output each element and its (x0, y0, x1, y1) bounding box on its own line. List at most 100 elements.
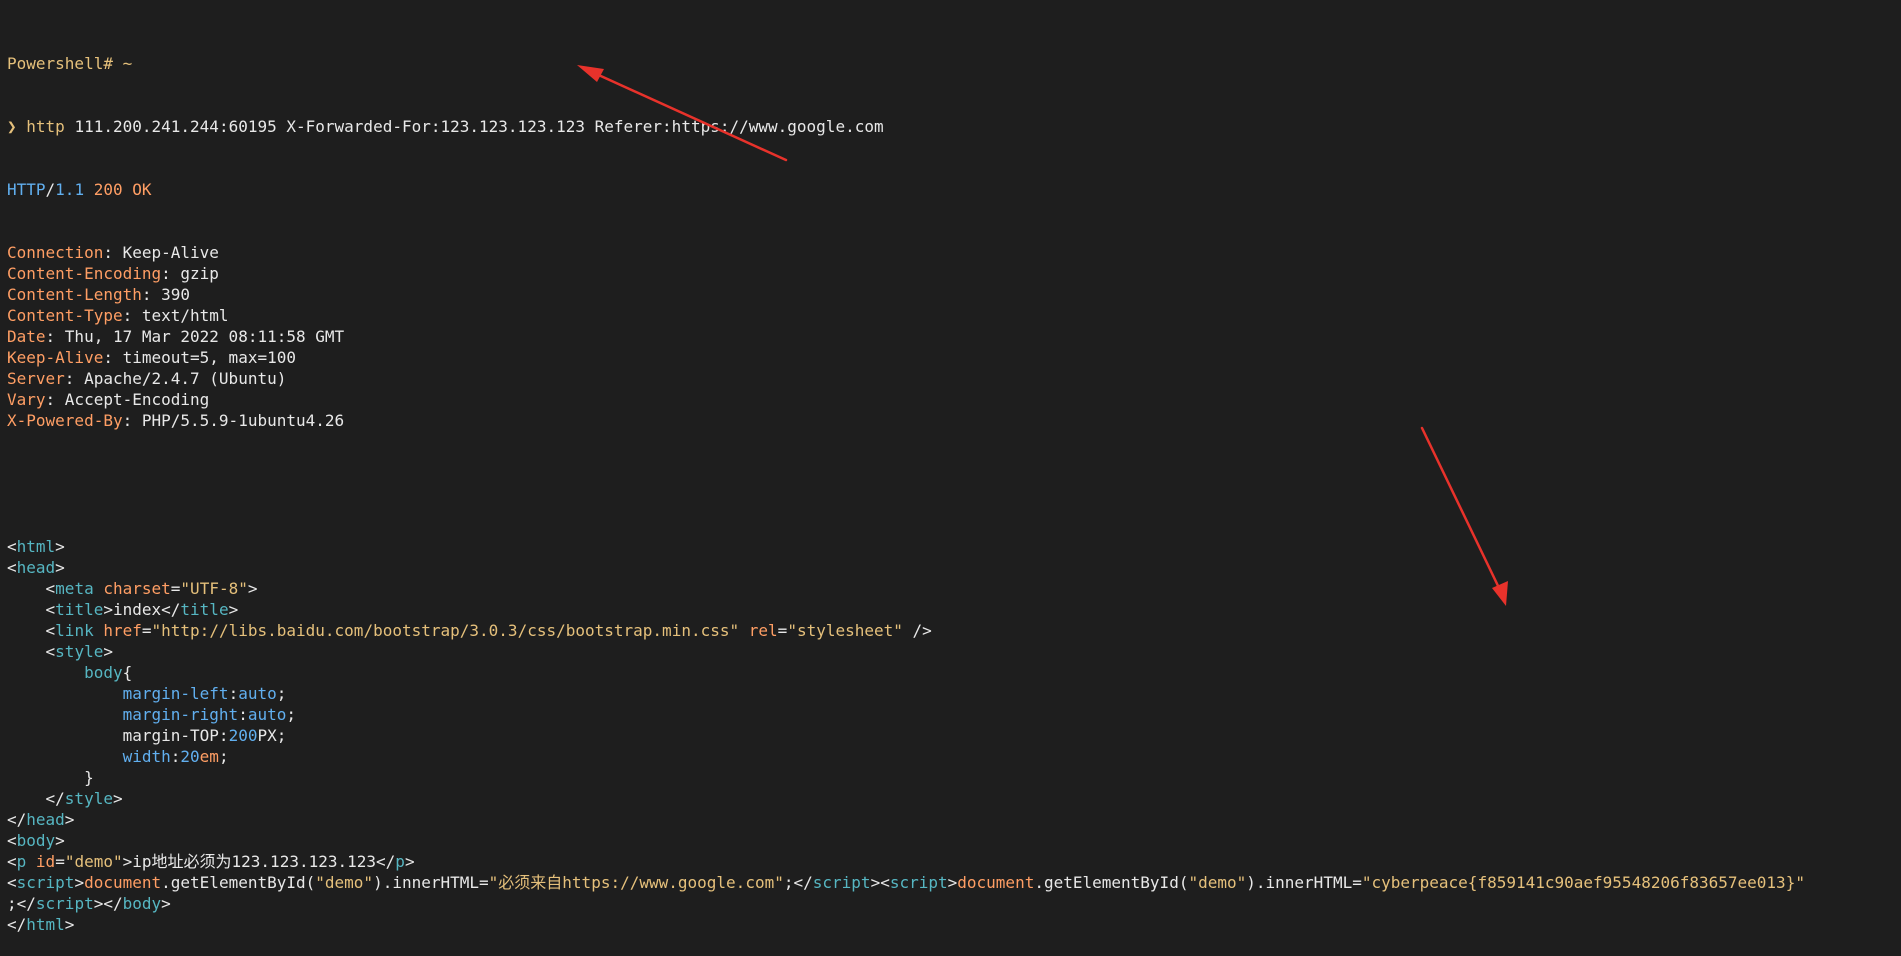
code-token-tag: script (16, 873, 75, 892)
code-token-prop: margin-left (122, 684, 229, 703)
code-token-plain: < (7, 642, 56, 661)
code-token-plain: .getElementById( (1034, 873, 1189, 892)
header-name: Connection (7, 243, 104, 262)
code-token-plain: > (55, 831, 65, 850)
header-separator: : (103, 243, 123, 262)
code-token-attr: charset (103, 579, 171, 598)
code-token-tag: title (55, 600, 104, 619)
header-line: Content-Encoding: gzip (7, 263, 1901, 284)
code-line: <body> (7, 830, 1901, 851)
code-line: } (7, 767, 1901, 788)
command-line[interactable]: ❯ http 111.200.241.244:60195 X-Forwarded… (7, 116, 1901, 137)
code-token-plain: .getElementById( (161, 873, 316, 892)
code-token-plain: < (7, 600, 56, 619)
code-line: <link href="http://libs.baidu.com/bootst… (7, 620, 1901, 641)
code-token-str: "必须来自https://www.google.com" (488, 873, 784, 892)
code-token-str: "http://libs.baidu.com/bootstrap/3.0.3/c… (151, 621, 740, 640)
status-code: 200 OK (84, 180, 152, 199)
header-value: PHP/5.5.9-1ubuntu4.26 (141, 411, 345, 430)
code-token-tag: style (55, 642, 104, 661)
code-token-prop: width (122, 747, 171, 766)
prompt-label: Powershell# ~ (7, 54, 133, 73)
code-token-tag: body (84, 663, 123, 682)
code-line: <p id="demo">ip地址必须为123.123.123.123</p> (7, 851, 1901, 872)
code-token-plain: > (112, 789, 123, 808)
code-line: margin-right:auto; (7, 704, 1901, 725)
code-token-plain: > (103, 642, 113, 661)
code-token-plain: = (55, 852, 65, 871)
header-line: Connection: Keep-Alive (7, 242, 1901, 263)
code-token-plain: > (55, 537, 65, 556)
code-token-attr: href (103, 621, 142, 640)
code-token-tag: link (55, 621, 94, 640)
code-line: body{ (7, 662, 1901, 683)
code-token-tag: title (180, 600, 229, 619)
prompt-arrow-icon: ❯ (7, 117, 17, 136)
command-args: 111.200.241.244:60195 X-Forwarded-For:12… (64, 117, 884, 136)
header-value: Accept-Encoding (64, 390, 210, 409)
code-token-plain: } (7, 768, 94, 787)
code-token-tag: html (26, 915, 65, 934)
code-token-plain: ).innerHTML= (373, 873, 489, 892)
header-value: timeout=5, max=100 (122, 348, 296, 367)
header-separator: : (122, 306, 142, 325)
code-token-plain: ;</ (7, 894, 36, 913)
code-token-plain: < (7, 558, 17, 577)
code-token-plain: > (404, 852, 415, 871)
code-token-plain: { (122, 663, 133, 682)
header-value: text/html (141, 306, 229, 325)
code-token-plain: < (7, 831, 17, 850)
code-token-plain: PX; (257, 726, 287, 745)
code-token-plain: > (74, 873, 85, 892)
code-token-plain: : (170, 747, 181, 766)
header-name: Content-Type (7, 306, 123, 325)
code-token-plain: >ip地址必须为123.123.123.123</ (122, 852, 396, 871)
code-token-plain: < (7, 579, 56, 598)
code-token-tag: head (26, 810, 65, 829)
code-token-plain: ></ (93, 894, 123, 913)
header-line: Date: Thu, 17 Mar 2022 08:11:58 GMT (7, 326, 1901, 347)
code-token-plain: > (247, 579, 258, 598)
header-name: X-Powered-By (7, 411, 123, 430)
code-line: width:20em; (7, 746, 1901, 767)
header-separator: : (103, 348, 123, 367)
code-token-str: "UTF-8" (180, 579, 248, 598)
code-token-plain: > (64, 810, 75, 829)
code-token-tag: p (395, 852, 405, 871)
code-line: <title>index</title> (7, 599, 1901, 620)
terminal-output[interactable]: Powershell# ~ ❯ http 111.200.241.244:601… (7, 11, 1901, 956)
header-name: Server (7, 369, 65, 388)
code-token-plain: < (7, 621, 56, 640)
code-token-plain: </ (7, 789, 65, 808)
code-token-prop: auto (238, 684, 277, 703)
code-token-plain: : (228, 684, 239, 703)
code-token-plain: > (161, 894, 171, 913)
header-line: Vary: Accept-Encoding (7, 389, 1901, 410)
header-name: Vary (7, 390, 46, 409)
code-token-plain: < (7, 852, 17, 871)
header-line: Server: Apache/2.4.7 (Ubuntu) (7, 368, 1901, 389)
status-version: 1.1 (55, 180, 85, 199)
code-token-tag: meta (55, 579, 94, 598)
code-token-str: "cyberpeace{f859141c90aef95548206f83657e… (1361, 873, 1805, 892)
header-separator: : (45, 327, 65, 346)
header-separator: : (122, 411, 142, 430)
code-token-num: 20 (180, 747, 200, 766)
header-name: Content-Encoding (7, 264, 162, 283)
code-token-plain: >< (870, 873, 890, 892)
code-line: <script>document.getElementById("demo").… (7, 872, 1901, 893)
code-line: margin-TOP:200PX; (7, 725, 1901, 746)
code-line: <style> (7, 641, 1901, 662)
code-token-tag: script (35, 894, 94, 913)
code-token-plain: < (7, 537, 17, 556)
code-token-plain: > (228, 600, 239, 619)
code-token-str: "demo" (315, 873, 374, 892)
header-separator: : (161, 264, 181, 283)
status-slash: / (45, 180, 56, 199)
code-token-tag: head (16, 558, 56, 577)
header-name: Date (7, 327, 46, 346)
